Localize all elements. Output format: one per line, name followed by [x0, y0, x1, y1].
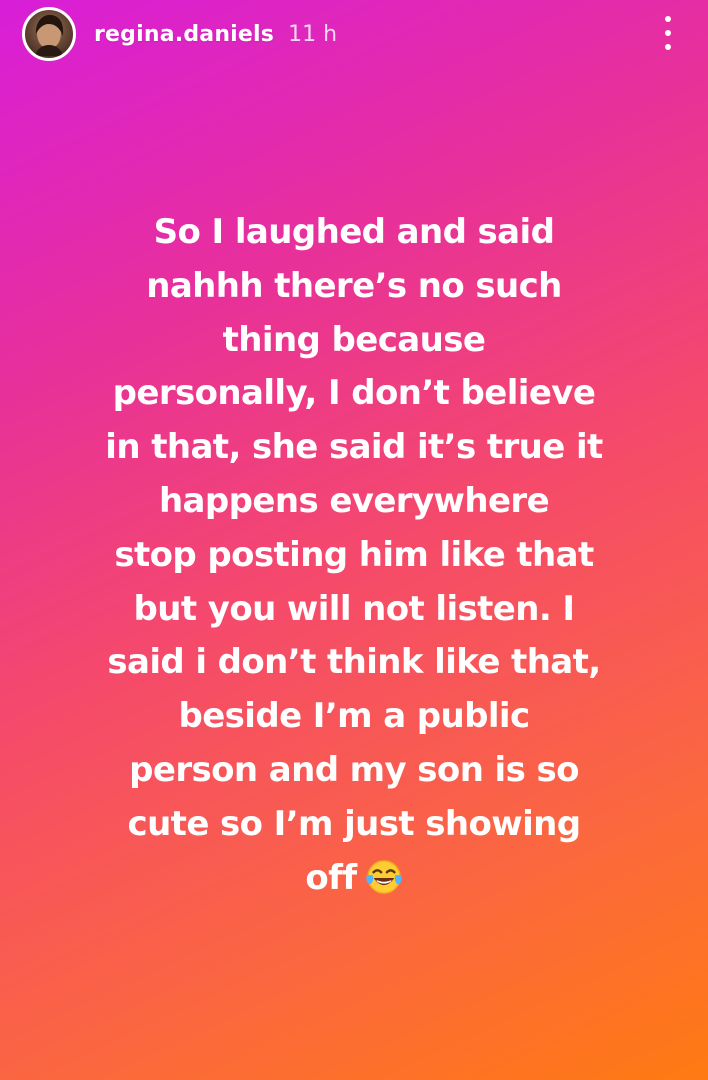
- story-view[interactable]: regina.daniels 11 h So I laughed and sai…: [0, 0, 708, 1080]
- story-text-line: in that, she said it’s true it: [105, 427, 603, 468]
- story-text-line: said i don’t think like that,: [107, 642, 601, 683]
- story-text-line: but you will not listen. I: [133, 588, 576, 629]
- story-text-last-words: off: [305, 857, 357, 898]
- story-text-line: stop posting him like that: [114, 534, 594, 575]
- story-text-line: So I laughed and said: [153, 212, 555, 252]
- username[interactable]: regina.daniels: [94, 22, 274, 47]
- menu-dot: [665, 44, 671, 50]
- story-text-line: nahhh there’s no such: [146, 265, 562, 306]
- story-text-line-last: off: [56, 852, 652, 906]
- story-header: regina.daniels 11 h: [22, 6, 686, 62]
- story-text-line: cute so I’m just showing: [127, 803, 582, 844]
- story-text-line: person and my son is so: [129, 749, 579, 790]
- story-text-line: beside I’m a public: [178, 696, 530, 737]
- menu-dot: [665, 16, 671, 22]
- story-text-line: thing because: [222, 319, 486, 360]
- story-text: So I laughed and said nahhh there’s no s…: [56, 206, 652, 905]
- face-with-tears-of-joy-icon: [365, 859, 402, 894]
- more-vertical-icon[interactable]: [656, 16, 680, 50]
- menu-dot: [665, 30, 671, 36]
- avatar[interactable]: [22, 7, 76, 61]
- timestamp: 11 h: [288, 21, 338, 47]
- story-text-line: happens everywhere: [158, 480, 550, 521]
- story-text-line: personally, I don’t believe: [112, 373, 596, 414]
- profile-avatar-icon: [35, 14, 64, 56]
